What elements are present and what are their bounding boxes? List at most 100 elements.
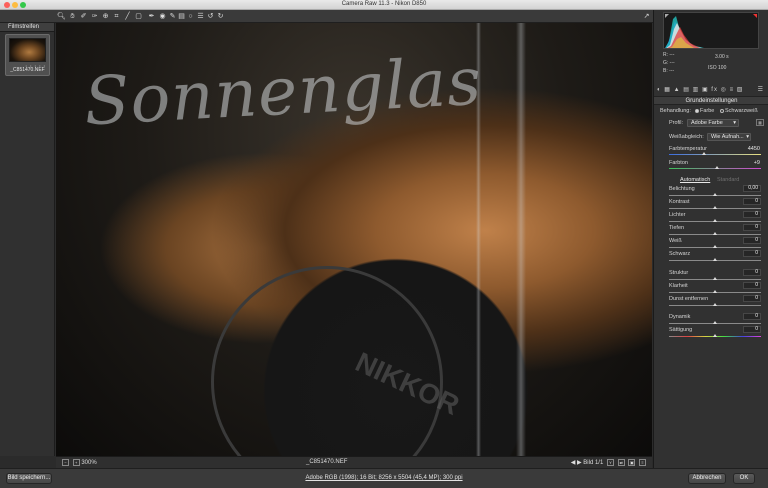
dunst-slider[interactable] bbox=[669, 303, 761, 306]
profile-browser-icon[interactable]: ▦ bbox=[756, 119, 764, 126]
struktur-slider[interactable] bbox=[669, 277, 761, 280]
tab-basic-icon[interactable]: ◐ bbox=[657, 87, 662, 93]
red-eye-icon[interactable]: ◉ bbox=[158, 12, 167, 21]
schwarz-slider[interactable] bbox=[669, 258, 761, 261]
before-after-y-button[interactable]: Y bbox=[606, 459, 614, 466]
preview-statusbar: − + 300% _C851470.NEF ◀ ▶ Bild 1/1 Y ⇄ ▣… bbox=[56, 456, 652, 468]
histogram-graph bbox=[665, 16, 704, 48]
rotate-left-icon[interactable]: ↺ bbox=[206, 12, 215, 21]
behandlung-sw-radio[interactable]: Schwarzweiß bbox=[720, 108, 758, 114]
hand-icon[interactable]: ✋︎ bbox=[68, 12, 77, 21]
next-image-icon[interactable]: ▶ bbox=[577, 460, 582, 466]
slider-thumb[interactable] bbox=[713, 193, 717, 196]
farbtemperatur-value[interactable]: 4450 bbox=[744, 146, 760, 152]
chevron-down-icon: ▾ bbox=[746, 134, 749, 140]
prev-image-icon[interactable]: ◀ bbox=[571, 460, 576, 466]
tab-snapshots-icon[interactable]: ▧ bbox=[737, 87, 744, 93]
spot-removal-icon[interactable]: ✒ bbox=[147, 12, 156, 21]
targeted-adjustment-icon[interactable]: ⊕ bbox=[101, 12, 110, 21]
zoom-out-button[interactable]: − bbox=[62, 459, 69, 466]
farbton-value[interactable]: +9 bbox=[744, 160, 760, 166]
slider-thumb[interactable] bbox=[715, 166, 719, 169]
belichtung-slider[interactable] bbox=[669, 193, 761, 196]
radial-filter-icon[interactable]: ○ bbox=[186, 12, 195, 21]
tab-effects-icon[interactable]: fx bbox=[711, 87, 718, 93]
standard-button[interactable]: Standard bbox=[717, 177, 739, 183]
tiefen-slider[interactable] bbox=[669, 232, 761, 235]
slider-thumb[interactable] bbox=[713, 206, 717, 209]
zoom-level[interactable]: 300% bbox=[81, 460, 96, 466]
slider-thumb[interactable] bbox=[713, 277, 717, 280]
slider-thumb[interactable] bbox=[713, 321, 717, 324]
color-sampler-icon[interactable]: ✑ bbox=[90, 12, 99, 21]
farbtemperatur-slider[interactable] bbox=[669, 152, 761, 155]
weissabgleich-label: Weißabgleich: bbox=[669, 134, 704, 140]
slider-thumb[interactable] bbox=[713, 245, 717, 248]
white-balance-icon[interactable]: ✐ bbox=[79, 12, 88, 21]
slider-thumb[interactable] bbox=[702, 152, 706, 155]
tab-calibration-icon[interactable]: ◎ bbox=[721, 87, 727, 93]
tab-detail-icon[interactable]: ▲ bbox=[674, 87, 681, 93]
cancel-button[interactable]: Abbrechen bbox=[688, 473, 726, 484]
fullscreen-icon[interactable]: ↗ bbox=[642, 12, 651, 21]
r-label: R: bbox=[663, 52, 668, 58]
slider-thumb[interactable] bbox=[713, 258, 717, 261]
behandlung-farbe-radio[interactable]: Farbe bbox=[695, 108, 714, 114]
lichter-value[interactable]: 0 bbox=[743, 211, 761, 218]
struktur-value[interactable]: 0 bbox=[743, 269, 761, 276]
crop-icon[interactable]: ⌗ bbox=[112, 12, 121, 21]
ok-button[interactable]: OK bbox=[733, 473, 755, 484]
zoom-icon[interactable]: 🔍︎ bbox=[57, 12, 66, 21]
kontrast-value[interactable]: 0 bbox=[743, 198, 761, 205]
tiefen-value[interactable]: 0 bbox=[743, 224, 761, 231]
preferences-icon[interactable]: ☰ bbox=[196, 12, 205, 21]
tab-tone-curve-icon[interactable]: ▦ bbox=[664, 87, 671, 93]
tab-hsl-icon[interactable]: ▤ bbox=[683, 87, 690, 93]
dynamik-slider[interactable] bbox=[669, 321, 761, 324]
graduated-filter-icon[interactable]: ▤ bbox=[177, 12, 186, 21]
schwarz-value[interactable]: 0 bbox=[743, 250, 761, 257]
weiss-slider[interactable] bbox=[669, 245, 761, 248]
slider-thumb[interactable] bbox=[713, 290, 717, 293]
tab-presets-icon[interactable]: ≡ bbox=[730, 87, 735, 93]
saettigung-slider[interactable] bbox=[669, 334, 761, 337]
page-indicator: ◀ ▶ Bild 1/1 Y ⇄ ▣ ≡ bbox=[571, 459, 646, 466]
dynamik-value[interactable]: 0 bbox=[743, 313, 761, 320]
panel-menu-icon[interactable]: ☰ bbox=[758, 86, 764, 93]
highlight-clipping-icon[interactable] bbox=[753, 14, 757, 18]
klarheit-value[interactable]: 0 bbox=[743, 282, 761, 289]
workflow-options-link[interactable]: Adobe RGB (1998); 16 Bit; 8256 x 5504 (4… bbox=[0, 475, 768, 481]
slider-thumb[interactable] bbox=[713, 219, 717, 222]
tab-lens-icon[interactable]: ▣ bbox=[702, 87, 709, 93]
slider-thumb[interactable] bbox=[713, 232, 717, 235]
farbton-slider[interactable] bbox=[669, 166, 761, 169]
slider-thumb[interactable] bbox=[713, 303, 717, 306]
filmstrip-header: Filmstreifen bbox=[0, 23, 54, 32]
weiss-value[interactable]: 0 bbox=[743, 237, 761, 244]
tab-split-toning-icon[interactable]: ▥ bbox=[693, 87, 700, 93]
weissabgleich-select[interactable]: Wie Aufnah... ▾ bbox=[707, 133, 751, 141]
behandlung-label: Behandlung: bbox=[660, 108, 691, 114]
dunst-value[interactable]: 0 bbox=[743, 295, 761, 302]
preview-settings-button[interactable]: ≡ bbox=[639, 459, 646, 466]
default-settings-button[interactable]: ▣ bbox=[628, 459, 636, 466]
straighten-icon[interactable]: ╱ bbox=[123, 12, 132, 21]
filmstrip-thumbnail[interactable]: • • • • • _C851470.NEF bbox=[5, 34, 50, 76]
saettigung-value[interactable]: 0 bbox=[743, 326, 761, 333]
thumbnail-image bbox=[9, 38, 46, 62]
klarheit-slider[interactable] bbox=[669, 290, 761, 293]
transform-icon[interactable]: ▢ bbox=[134, 12, 143, 21]
farbe-label: Farbe bbox=[700, 108, 715, 114]
zoom-in-button[interactable]: + bbox=[72, 459, 80, 466]
slider-thumb[interactable] bbox=[713, 334, 717, 337]
before-after-toggle-button[interactable]: ⇄ bbox=[617, 459, 625, 466]
adjustment-brush-icon[interactable]: ✎ bbox=[168, 12, 177, 21]
image-preview[interactable]: Sonnenglas NIKKOR bbox=[56, 23, 652, 456]
kontrast-slider[interactable] bbox=[669, 206, 761, 209]
profil-select[interactable]: Adobe Farbe ▾ bbox=[687, 119, 739, 127]
auto-button[interactable]: Automatisch bbox=[680, 177, 710, 183]
rotate-right-icon[interactable]: ↻ bbox=[216, 12, 225, 21]
lichter-slider[interactable] bbox=[669, 219, 761, 222]
shadow-clipping-icon[interactable] bbox=[665, 14, 669, 18]
belichtung-value[interactable]: 0,00 bbox=[743, 185, 761, 192]
